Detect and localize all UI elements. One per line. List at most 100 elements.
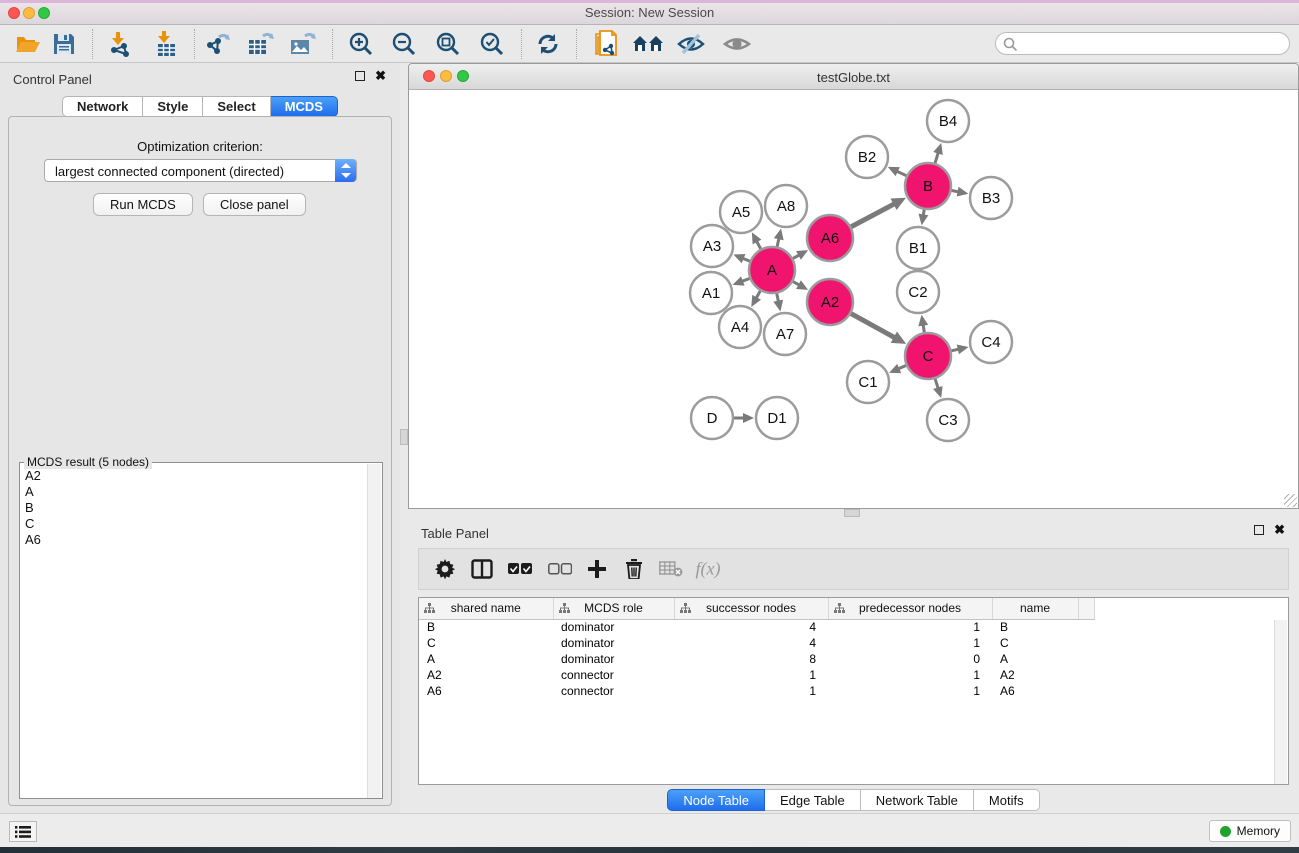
column-visibility-icon[interactable] — [471, 559, 493, 579]
vertical-split-divider[interactable] — [400, 63, 408, 813]
table-cell[interactable]: 1 — [828, 619, 992, 635]
result-list-item[interactable]: C — [21, 516, 367, 532]
network-graph-canvas[interactable]: B4B2BB3A5A8A6B1A3AC2A1A2A4A7C4CC1DD1C3 — [409, 90, 1298, 508]
column-header-shared-name[interactable]: shared name — [419, 598, 553, 619]
column-header-MCDS-role[interactable]: MCDS role — [553, 598, 674, 619]
table-cell[interactable]: connector — [553, 683, 674, 699]
table-cell[interactable]: 1 — [674, 667, 828, 683]
table-cell[interactable]: A — [992, 651, 1078, 667]
table-cell[interactable]: 8 — [674, 651, 828, 667]
table-cell[interactable]: C — [419, 635, 553, 651]
table-cell[interactable]: B — [419, 619, 553, 635]
zoom-selected-icon[interactable] — [475, 28, 509, 60]
result-list-item[interactable]: A6 — [21, 532, 367, 548]
tab-motifs[interactable]: Motifs — [974, 789, 1040, 811]
search-input[interactable] — [1022, 34, 1282, 53]
table-cell[interactable]: 4 — [674, 619, 828, 635]
refresh-layout-icon[interactable] — [531, 28, 565, 60]
search-field[interactable] — [995, 32, 1290, 55]
tab-mcds[interactable]: MCDS — [271, 96, 338, 117]
import-network-icon[interactable] — [103, 28, 137, 60]
delete-column-icon[interactable] — [625, 559, 643, 579]
hide-selected-eye-icon[interactable] — [674, 28, 708, 60]
table-cell[interactable]: 4 — [674, 635, 828, 651]
tab-network-table[interactable]: Network Table — [861, 789, 974, 811]
divider-grip[interactable] — [844, 509, 860, 517]
network-window-titlebar[interactable]: testGlobe.txt — [409, 64, 1298, 90]
float-panel-icon[interactable] — [355, 71, 365, 81]
zoom-fit-icon[interactable] — [431, 28, 465, 60]
table-cell[interactable]: 1 — [828, 667, 992, 683]
export-image-icon[interactable] — [286, 28, 320, 60]
import-table-icon[interactable] — [149, 28, 183, 60]
tab-select[interactable]: Select — [203, 96, 270, 117]
duplicate-network-icon[interactable] — [588, 28, 622, 60]
graph-edge-A6-B[interactable] — [851, 203, 895, 226]
table-cell[interactable]: C — [992, 635, 1078, 651]
export-table-icon[interactable] — [244, 28, 278, 60]
export-network-icon[interactable] — [201, 28, 235, 60]
table-cell[interactable]: A — [419, 651, 553, 667]
show-all-eye-icon[interactable] — [720, 28, 754, 60]
result-list-item[interactable]: B — [21, 500, 367, 516]
run-mcds-button[interactable]: Run MCDS — [93, 193, 193, 216]
column-type-icon — [424, 603, 435, 614]
tab-style[interactable]: Style — [143, 96, 203, 117]
memory-button[interactable]: Memory — [1209, 820, 1291, 842]
table-cell[interactable]: A6 — [419, 683, 553, 699]
table-row[interactable]: A6connector11A6 — [419, 683, 1094, 699]
table-scrollbar[interactable] — [1274, 620, 1287, 784]
table-cell[interactable]: B — [992, 619, 1078, 635]
close-panel-icon[interactable]: ✖ — [375, 71, 386, 81]
table-cell[interactable]: 0 — [828, 651, 992, 667]
table-cell[interactable]: A2 — [992, 667, 1078, 683]
select-all-checkboxes-icon[interactable] — [508, 563, 532, 575]
table-cell[interactable]: A6 — [992, 683, 1078, 699]
table-row[interactable]: A2connector11A2 — [419, 667, 1094, 683]
task-history-button[interactable] — [9, 821, 37, 842]
status-bar: Memory — [0, 813, 1299, 847]
tab-network[interactable]: Network — [62, 96, 143, 117]
edge-arrowhead — [743, 413, 754, 423]
table-cell[interactable]: dominator — [553, 619, 674, 635]
divider-grip[interactable] — [400, 429, 408, 445]
close-panel-icon[interactable]: ✖ — [1274, 525, 1285, 535]
zoom-in-icon[interactable] — [344, 28, 378, 60]
table-cell[interactable]: 1 — [828, 683, 992, 699]
table-cell[interactable]: A2 — [419, 667, 553, 683]
result-list-scrollbar[interactable] — [367, 464, 381, 798]
close-panel-button[interactable]: Close panel — [203, 193, 306, 216]
table-row[interactable]: Bdominator41B — [419, 619, 1094, 635]
table-cell[interactable]: dominator — [553, 635, 674, 651]
float-panel-icon[interactable] — [1254, 525, 1264, 535]
table-cell-empty — [1078, 635, 1094, 651]
horizontal-split-divider[interactable] — [408, 509, 1299, 517]
result-list-item[interactable]: A — [21, 484, 367, 500]
resize-grip-icon[interactable] — [1284, 494, 1297, 507]
zoom-out-icon[interactable] — [387, 28, 421, 60]
open-session-icon[interactable] — [11, 28, 45, 60]
column-header-predecessor-nodes[interactable]: predecessor nodes — [828, 598, 992, 619]
optimization-criterion-select[interactable]: largest connected component (directed) — [44, 159, 357, 182]
table-cell[interactable]: dominator — [553, 651, 674, 667]
table-row[interactable]: Adominator80A — [419, 651, 1094, 667]
tab-node-table[interactable]: Node Table — [667, 789, 765, 811]
graph-node-label: C — [923, 348, 934, 365]
tab-edge-table[interactable]: Edge Table — [765, 789, 861, 811]
table-cell[interactable]: connector — [553, 667, 674, 683]
graph-node-label: A8 — [777, 198, 795, 215]
home-layout-icon[interactable] — [631, 28, 665, 60]
add-column-icon[interactable] — [588, 560, 606, 578]
table-panel-tabs: Node TableEdge TableNetwork TableMotifs — [408, 789, 1299, 811]
table-row[interactable]: Cdominator41C — [419, 635, 1094, 651]
control-panel-title: Control Panel — [13, 72, 92, 87]
column-header-successor-nodes[interactable]: successor nodes — [674, 598, 828, 619]
save-session-icon[interactable] — [47, 28, 81, 60]
column-header-name[interactable]: name — [992, 598, 1078, 619]
table-cell[interactable]: 1 — [674, 683, 828, 699]
deselect-all-checkboxes-icon[interactable] — [548, 563, 572, 575]
table-cell[interactable]: 1 — [828, 635, 992, 651]
graph-edge-A2-C[interactable] — [851, 314, 896, 339]
result-list-item[interactable]: A2 — [21, 468, 367, 484]
settings-gear-icon[interactable] — [435, 559, 455, 579]
